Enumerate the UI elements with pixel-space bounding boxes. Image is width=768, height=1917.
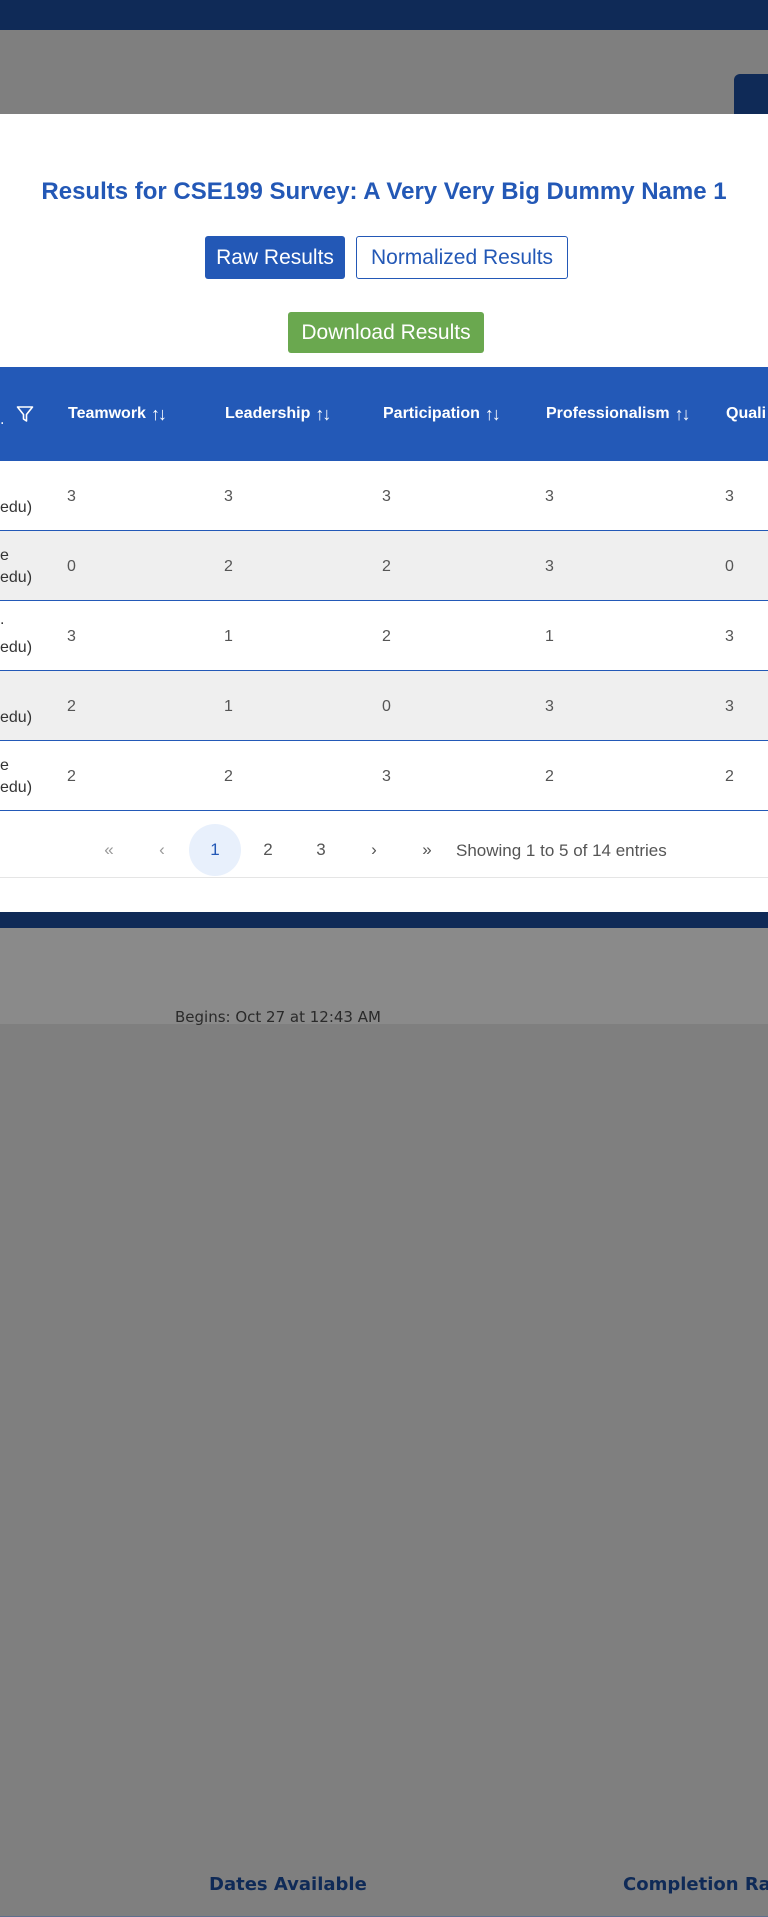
cell-leadership: 1 [224, 698, 233, 715]
column-name-truncated: . [0, 412, 5, 428]
student-name: e [0, 547, 9, 564]
cell-quality: 3 [725, 488, 734, 505]
cell-participation: 2 [382, 628, 391, 645]
sort-icon[interactable]: ↑↓ [151, 404, 167, 425]
column-dates-available: Dates Available [209, 1874, 367, 1895]
last-page-button[interactable]: » [401, 824, 453, 876]
student-email: edu) [0, 639, 33, 656]
cell-leadership: 3 [224, 488, 233, 505]
column-header-quality[interactable]: Quali [726, 367, 766, 461]
background-button [734, 74, 768, 118]
table-row: . edu) 3 1 2 1 3 [0, 601, 768, 671]
previous-page-button[interactable]: ‹ [136, 824, 188, 876]
cell-quality: 3 [725, 628, 734, 645]
background-table-header: Dates Available Completion Rat [0, 1856, 768, 1917]
column-header-participation[interactable]: Participation ↑↓ [383, 367, 501, 461]
table-row: e edu) 2 2 3 2 2 [0, 741, 768, 811]
background-divider [0, 912, 768, 928]
next-page-button[interactable]: › [348, 824, 400, 876]
student-name: . [0, 611, 5, 628]
cell-teamwork: 3 [67, 488, 76, 505]
cell-quality: 3 [725, 698, 734, 715]
download-results-button[interactable]: Download Results [288, 312, 484, 353]
results-table-header: . Teamwork ↑↓ Leadership ↑↓ Participation ↑… [0, 367, 768, 461]
page-3-button[interactable]: 3 [295, 824, 347, 876]
cell-quality: 2 [725, 768, 734, 785]
student-email: edu) [0, 779, 33, 796]
sort-icon[interactable]: ↑↓ [485, 404, 501, 425]
student-email: edu) [0, 499, 33, 516]
background-survey-table: Dates Available Completion Rat [0, 928, 768, 1917]
cell-participation: 0 [382, 698, 391, 715]
cell-leadership: 1 [224, 628, 233, 645]
cell-teamwork: 3 [67, 628, 76, 645]
cell-professionalism: 3 [545, 558, 554, 575]
cell-leadership: 2 [224, 558, 233, 575]
table-row: edu) 3 3 3 3 3 [0, 461, 768, 531]
cell-quality: 0 [725, 558, 734, 575]
sort-icon[interactable]: ↑↓ [675, 404, 691, 425]
cell-teamwork: 2 [67, 698, 76, 715]
top-navbar [0, 0, 768, 30]
page-1-button[interactable]: 1 [189, 824, 241, 876]
student-name: e [0, 757, 9, 774]
student-email: edu) [0, 569, 33, 586]
sort-icon[interactable]: ↑↓ [315, 404, 331, 425]
raw-results-button[interactable]: Raw Results [205, 236, 345, 279]
normalized-results-button[interactable]: Normalized Results [356, 236, 568, 279]
column-header-leadership[interactable]: Leadership ↑↓ [225, 367, 331, 461]
cell-participation: 3 [382, 488, 391, 505]
first-page-button[interactable]: « [83, 824, 135, 876]
background-begins-text: Begins: Oct 27 at 12:43 AM [175, 1008, 381, 1026]
page-2-button[interactable]: 2 [242, 824, 294, 876]
column-header-teamwork[interactable]: Teamwork ↑↓ [68, 367, 167, 461]
results-modal: Results for CSE199 Survey: A Very Very B… [0, 114, 768, 912]
cell-leadership: 2 [224, 768, 233, 785]
cell-professionalism: 2 [545, 768, 554, 785]
cell-participation: 3 [382, 768, 391, 785]
cell-participation: 2 [382, 558, 391, 575]
cell-teamwork: 0 [67, 558, 76, 575]
column-header-professionalism[interactable]: Professionalism ↑↓ [546, 367, 691, 461]
filter-icon[interactable] [16, 405, 34, 427]
cell-professionalism: 3 [545, 488, 554, 505]
cell-teamwork: 2 [67, 768, 76, 785]
cell-professionalism: 3 [545, 698, 554, 715]
table-row: e edu) 0 2 2 3 0 [0, 531, 768, 601]
table-row: edu) 2 1 0 3 3 [0, 671, 768, 741]
student-email: edu) [0, 709, 33, 726]
entries-info: Showing 1 to 5 of 14 entries [456, 841, 667, 860]
pagination: « ‹ 1 2 3 › » Showing 1 to 5 of 14 entri… [0, 811, 768, 878]
column-completion-rate: Completion Rat [623, 1874, 768, 1895]
cell-professionalism: 1 [545, 628, 554, 645]
modal-title: Results for CSE199 Survey: A Very Very B… [41, 178, 727, 205]
